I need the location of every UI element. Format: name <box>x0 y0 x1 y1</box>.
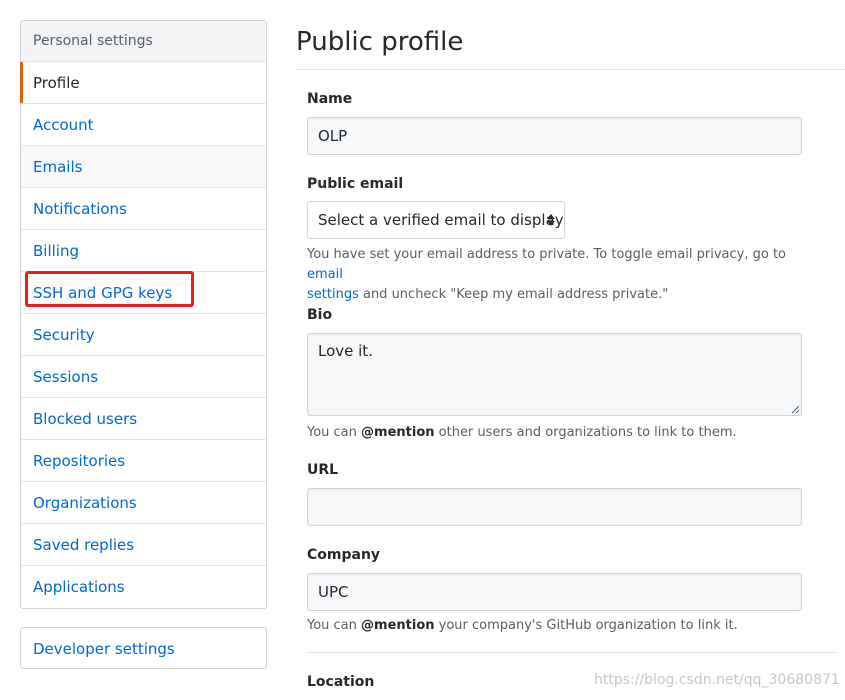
sidebar-item-account[interactable]: Account <box>21 104 266 146</box>
sidebar-item-notifications[interactable]: Notifications <box>21 188 266 230</box>
select-arrows-icon <box>547 214 555 226</box>
company-note-mention: @mention <box>361 618 435 633</box>
email-settings-link-part2: settings <box>307 287 359 302</box>
bio-note-after: other users and organizations to link to… <box>434 425 737 440</box>
bio-note-mention: @mention <box>361 425 435 440</box>
sidebar-item-emails[interactable]: Emails <box>21 146 266 188</box>
section-divider <box>307 652 836 653</box>
public-email-select[interactable]: Select a verified email to display <box>307 201 565 239</box>
page-title: Public profile <box>296 27 464 57</box>
title-divider <box>296 69 845 70</box>
sidebar-item-applications[interactable]: Applications <box>21 566 266 608</box>
sidebar-item-ssh-gpg-keys[interactable]: SSH and GPG keys <box>21 272 266 314</box>
bio-textarea[interactable]: Love it. <box>307 333 802 416</box>
email-settings-link[interactable]: email settings <box>307 267 359 302</box>
sidebar-item-repositories[interactable]: Repositories <box>21 440 266 482</box>
settings-page: Personal settings Profile Account Emails… <box>0 0 845 700</box>
sidebar-item-security[interactable]: Security <box>21 314 266 356</box>
company-label: Company <box>307 547 381 563</box>
name-input[interactable] <box>307 117 802 155</box>
public-email-label: Public email <box>307 176 404 192</box>
public-email-note: You have set your email address to priva… <box>307 245 807 305</box>
sidebar-item-saved-replies[interactable]: Saved replies <box>21 524 266 566</box>
sidebar-item-sessions[interactable]: Sessions <box>21 356 266 398</box>
company-note-after: your company's GitHub organization to li… <box>434 618 738 633</box>
company-note-before: You can <box>307 618 362 633</box>
public-profile-form: Public profile Name Public email Select … <box>296 0 845 700</box>
developer-settings-box: Developer settings <box>20 627 267 669</box>
sidebar-item-developer-settings[interactable]: Developer settings <box>21 628 266 668</box>
url-label: URL <box>307 462 339 478</box>
url-input[interactable] <box>307 488 802 526</box>
email-settings-link-part1: email <box>307 267 343 282</box>
bio-note: You can @mention other users and organiz… <box>307 423 807 443</box>
sidebar-header: Personal settings <box>21 21 266 62</box>
watermark-text: https://blog.csdn.net/qq_30680871 <box>594 672 840 688</box>
resize-grip-icon[interactable] <box>791 405 799 413</box>
name-label: Name <box>307 91 353 107</box>
company-input[interactable] <box>307 573 802 611</box>
bio-label: Bio <box>307 307 333 323</box>
public-email-note-after: and uncheck "Keep my email address priva… <box>358 287 669 302</box>
sidebar-item-billing[interactable]: Billing <box>21 230 266 272</box>
company-note: You can @mention your company's GitHub o… <box>307 616 807 636</box>
public-email-selected-value: Select a verified email to display <box>318 211 564 229</box>
public-email-note-text: You have set your email address to priva… <box>307 247 786 262</box>
settings-sidebar: Personal settings Profile Account Emails… <box>20 20 267 609</box>
sidebar-item-profile[interactable]: Profile <box>20 62 266 104</box>
bio-note-before: You can <box>307 425 362 440</box>
bio-value: Love it. <box>318 342 373 360</box>
sidebar-item-organizations[interactable]: Organizations <box>21 482 266 524</box>
sidebar-item-blocked-users[interactable]: Blocked users <box>21 398 266 440</box>
location-label: Location <box>307 674 375 690</box>
